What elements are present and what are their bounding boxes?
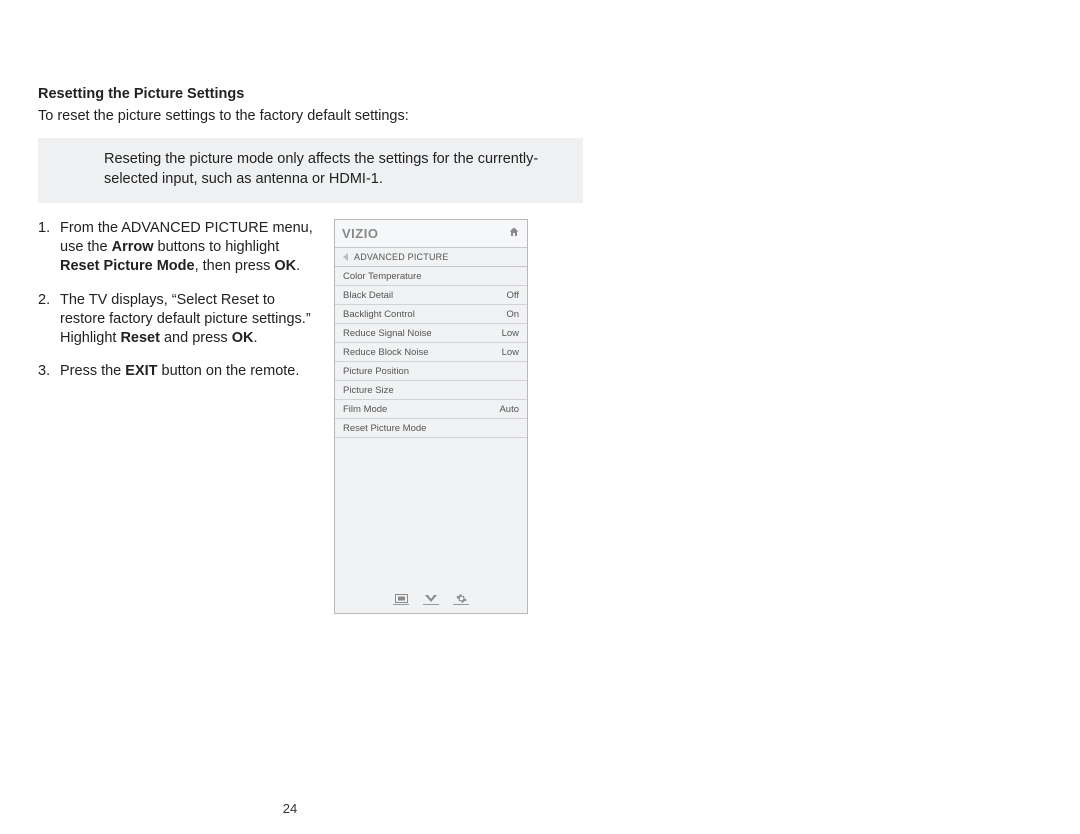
menu-value: Low <box>502 347 519 358</box>
menu-value: Off <box>507 290 520 301</box>
gear-icon[interactable] <box>453 593 469 605</box>
menu-value: Low <box>502 328 519 339</box>
menu-list: Color Temperature Black Detail Off Backli… <box>335 267 527 437</box>
breadcrumb-label: ADVANCED PICTURE <box>354 252 449 262</box>
menu-label: Black Detail <box>343 290 393 301</box>
v-logo-icon[interactable] <box>423 593 439 605</box>
panel-footer <box>335 587 527 613</box>
menu-item[interactable]: Picture Position <box>335 362 527 381</box>
step-1: 1. From the ADVANCED PICTURE menu, use t… <box>38 219 316 276</box>
bold-text: EXIT <box>125 363 157 379</box>
menu-item[interactable]: Reduce Signal Noise Low <box>335 324 527 343</box>
step-2: 2. The TV displays, “Select Reset to res… <box>38 291 316 348</box>
panel-header: VIZIO <box>335 220 527 248</box>
note-box: Reseting the picture mode only affects t… <box>38 138 583 203</box>
steps-list: 1. From the ADVANCED PICTURE menu, use t… <box>38 219 316 395</box>
page-number: 24 <box>0 801 580 816</box>
bold-text: OK <box>232 330 254 346</box>
bold-text: Reset <box>120 330 160 346</box>
menu-label: Reduce Signal Noise <box>343 328 432 339</box>
menu-label: Reset Picture Mode <box>343 423 426 434</box>
bold-text: OK <box>274 258 296 274</box>
tv-menu-panel: VIZIO ADVANCED PICTURE Color Temperature… <box>334 219 528 614</box>
home-icon[interactable] <box>508 226 520 241</box>
step-number: 1. <box>38 219 60 276</box>
step-3: 3. Press the EXIT button on the remote. <box>38 362 316 381</box>
brand-logo: VIZIO <box>342 226 378 241</box>
menu-label: Picture Position <box>343 366 409 377</box>
text: button on the remote. <box>158 363 300 379</box>
aspect-icon[interactable] <box>393 593 409 605</box>
panel-empty <box>335 437 527 587</box>
menu-item[interactable]: Picture Size <box>335 381 527 400</box>
step-body: Press the EXIT button on the remote. <box>60 362 316 381</box>
menu-value: Auto <box>499 404 519 415</box>
menu-label: Film Mode <box>343 404 387 415</box>
menu-item[interactable]: Backlight Control On <box>335 305 527 324</box>
text: , then press <box>195 258 275 274</box>
menu-value: On <box>506 309 519 320</box>
section-intro: To reset the picture settings to the fac… <box>38 108 580 124</box>
step-body: From the ADVANCED PICTURE menu, use the … <box>60 219 316 276</box>
step-number: 2. <box>38 291 60 348</box>
text: and press <box>160 330 232 346</box>
menu-item[interactable]: Reduce Block Noise Low <box>335 343 527 362</box>
menu-label: Reduce Block Noise <box>343 347 429 358</box>
menu-item[interactable]: Reset Picture Mode <box>335 419 527 437</box>
menu-label: Backlight Control <box>343 309 415 320</box>
text: . <box>253 330 257 346</box>
text: buttons to highlight <box>154 239 280 255</box>
back-icon <box>343 253 348 261</box>
bold-text: Arrow <box>112 239 154 255</box>
text: . <box>296 258 300 274</box>
bold-text: Reset Picture Mode <box>60 258 195 274</box>
section-title: Resetting the Picture Settings <box>38 86 580 102</box>
menu-item[interactable]: Color Temperature <box>335 267 527 286</box>
menu-label: Color Temperature <box>343 271 422 282</box>
step-body: The TV displays, “Select Reset to restor… <box>60 291 316 348</box>
menu-item[interactable]: Black Detail Off <box>335 286 527 305</box>
step-number: 3. <box>38 362 60 381</box>
text: Press the <box>60 363 125 379</box>
breadcrumb[interactable]: ADVANCED PICTURE <box>335 248 527 267</box>
menu-item[interactable]: Film Mode Auto <box>335 400 527 419</box>
menu-label: Picture Size <box>343 385 394 396</box>
